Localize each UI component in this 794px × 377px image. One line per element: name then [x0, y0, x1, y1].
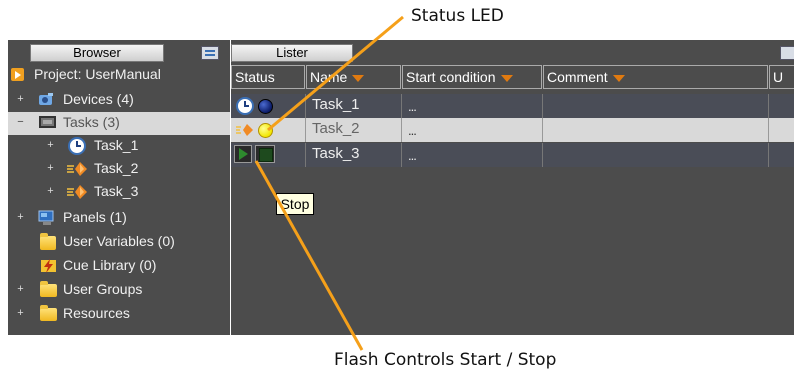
status-led-callout-line	[267, 15, 404, 132]
callout-lines	[254, 15, 404, 351]
flash-controls-callout-line	[254, 160, 364, 351]
